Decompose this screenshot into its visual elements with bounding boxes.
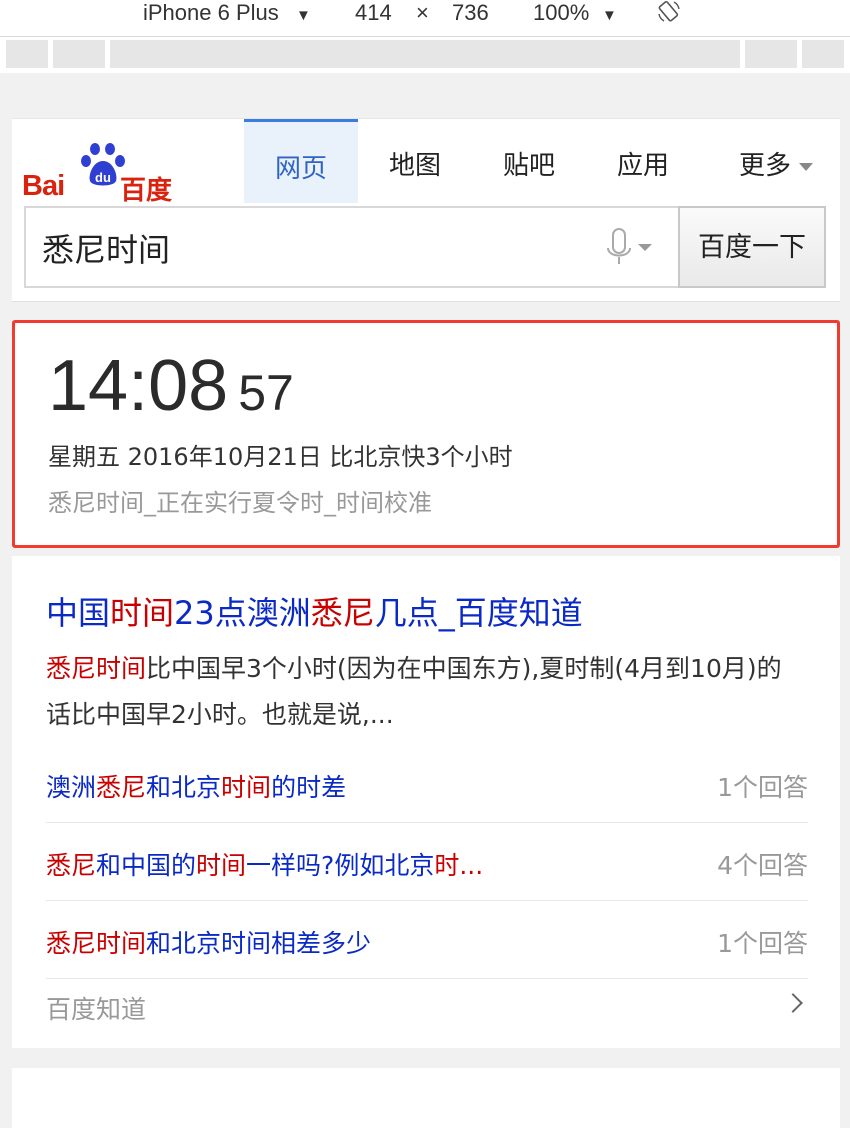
- related-question-row[interactable]: 悉尼和中国的时间一样吗?例如北京时... 4个回答: [46, 822, 808, 901]
- search-result-card: 中国时间23点澳洲悉尼几点_百度知道 悉尼时间比中国早3个小时(因为在中国东方)…: [12, 556, 840, 1048]
- ruler-segment[interactable]: [53, 40, 105, 68]
- logo-chinese-text: 百度: [120, 176, 173, 206]
- tab-map[interactable]: 地图: [358, 119, 472, 203]
- tab-label: 更多: [738, 151, 791, 181]
- ruler-segment[interactable]: [745, 40, 797, 68]
- viewport-width[interactable]: 414: [355, 0, 392, 26]
- current-time: 14:08 57: [48, 345, 294, 427]
- tab-webpage[interactable]: 网页: [244, 119, 358, 203]
- baidu-logo[interactable]: Bai du 百度: [22, 137, 172, 206]
- title-highlight: 时间: [110, 594, 175, 632]
- title-part: 几点_百度知道: [374, 594, 583, 632]
- search-header: Bai du 百度 网页 地图 贴吧 应用 更多 悉尼时间 百度一下: [12, 118, 840, 302]
- result-abstract: 悉尼时间比中国早3个小时(因为在中国东方),夏时制(4月到10月)的话比中国早2…: [46, 646, 806, 738]
- tab-label: 应用: [616, 151, 669, 181]
- time-hours-minutes: 14:08: [48, 346, 229, 426]
- search-input[interactable]: [40, 208, 584, 288]
- next-result-card: [12, 1068, 840, 1128]
- tab-label: 网页: [274, 154, 327, 184]
- tab-label: 贴吧: [502, 151, 555, 181]
- device-select[interactable]: iPhone 6 Plus: [143, 0, 279, 26]
- dst-info-line: 悉尼时间_正在实行夏令时_时间校准: [48, 489, 432, 517]
- search-box: [24, 206, 680, 288]
- related-question-row[interactable]: 悉尼时间和北京时间相差多少 1个回答: [46, 900, 808, 979]
- search-tabs: 网页 地图 贴吧 应用 更多: [244, 119, 840, 205]
- tab-apps[interactable]: 应用: [586, 119, 700, 203]
- question-text: 悉尼时间和北京时间相差多少: [46, 929, 372, 958]
- title-part: 中国: [46, 594, 111, 632]
- ruler-segment[interactable]: [802, 40, 844, 68]
- related-question-row[interactable]: 澳洲悉尼和北京时间的时差 1个回答: [46, 744, 808, 823]
- abstract-highlight: 悉尼时间: [46, 654, 147, 683]
- zoom-dropdown-icon[interactable]: ▼: [602, 3, 617, 29]
- search-button[interactable]: 百度一下: [678, 206, 826, 288]
- time-seconds: 57: [238, 365, 294, 421]
- abstract-text: 比中国早3个小时(因为在中国东方),夏时制(4月到10月)的话比中国早2小时。也…: [46, 654, 782, 729]
- chevron-right-icon: [783, 993, 803, 1013]
- logo-du-text: du: [95, 170, 111, 185]
- ruler-segment[interactable]: [110, 40, 740, 68]
- device-dropdown-icon[interactable]: ▼: [296, 3, 311, 29]
- answer-count: 4个回答: [717, 851, 808, 880]
- title-highlight: 悉尼: [310, 594, 375, 632]
- source-name: 百度知道: [46, 995, 147, 1024]
- mobile-page: Bai du 百度 网页 地图 贴吧 应用 更多 悉尼时间 百度一下 14:08…: [12, 118, 840, 1128]
- question-text: 悉尼和中国的时间一样吗?例如北京时...: [46, 851, 484, 880]
- times-sign: ×: [416, 0, 429, 25]
- media-query-ruler: [0, 37, 850, 73]
- tab-more[interactable]: 更多: [712, 119, 840, 203]
- device-toolbar: iPhone 6 Plus ▼ 414 × 736 100% ▼: [0, 0, 850, 37]
- rotate-icon[interactable]: [656, 0, 682, 24]
- date-line: 星期五 2016年10月21日 比北京快3个小时: [48, 443, 513, 471]
- chevron-down-icon: [799, 162, 813, 171]
- result-title-link[interactable]: 中国时间23点澳洲悉尼几点_百度知道: [46, 588, 583, 634]
- zoom-select[interactable]: 100%: [533, 0, 589, 26]
- ruler-segment[interactable]: [6, 40, 48, 68]
- tab-label: 地图: [388, 151, 441, 181]
- answer-count: 1个回答: [717, 773, 808, 802]
- viewport-height[interactable]: 736: [452, 0, 489, 26]
- title-part: 23点澳洲: [174, 594, 311, 632]
- result-source-link[interactable]: 百度知道: [46, 976, 808, 1036]
- logo-bai-text: Bai: [22, 170, 65, 202]
- tab-tieba[interactable]: 贴吧: [472, 119, 586, 203]
- answer-count: 1个回答: [717, 929, 808, 958]
- microphone-icon[interactable]: [602, 226, 662, 270]
- time-answer-card: 14:08 57 星期五 2016年10月21日 比北京快3个小时 悉尼时间_正在…: [12, 320, 840, 548]
- question-text: 澳洲悉尼和北京时间的时差: [46, 773, 347, 802]
